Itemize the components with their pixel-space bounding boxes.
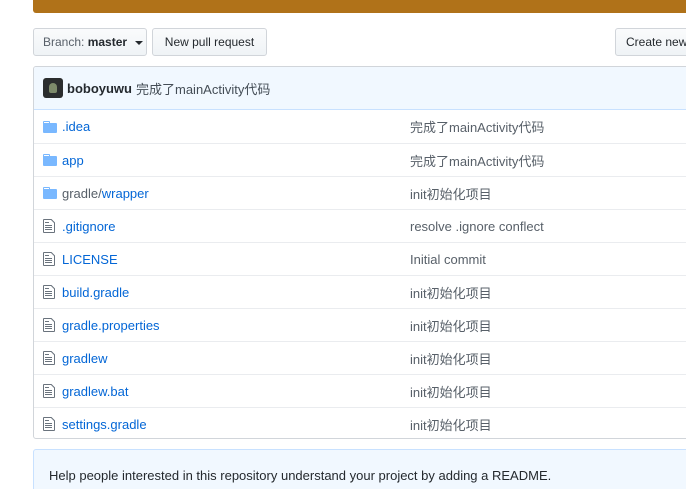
file-icon xyxy=(43,384,55,398)
file-icon xyxy=(43,285,55,299)
folder-icon xyxy=(43,120,57,133)
file-icon-cell xyxy=(34,185,62,201)
new-pull-request-button[interactable]: New pull request xyxy=(152,28,267,56)
file-row: gradlew init初始化项目 xyxy=(34,341,686,374)
file-name-cell: gradle.properties xyxy=(62,318,410,333)
file-commit-message[interactable]: init初始化项目 xyxy=(410,382,492,401)
commit-author[interactable]: boboyuwu xyxy=(67,81,132,96)
file-row: gradle.properties init初始化项目 xyxy=(34,308,686,341)
branch-select-button[interactable]: Branch: master xyxy=(33,28,147,56)
file-name-link[interactable]: build.gradle xyxy=(62,285,129,300)
file-name-cell: app xyxy=(62,153,410,168)
file-rows: .idea 完成了mainActivity代码 app 完成了mainActivity… xyxy=(34,110,686,438)
branch-name: master xyxy=(87,35,128,49)
file-name-link[interactable]: .gitignore xyxy=(62,219,115,234)
file-icon-cell xyxy=(34,152,62,168)
file-row: .gitignore resolve .ignore conflect xyxy=(34,209,686,242)
file-name-link[interactable]: gradlew.bat xyxy=(62,384,129,399)
file-icon-cell xyxy=(34,119,62,135)
file-icon xyxy=(43,318,55,332)
file-name-cell: .gitignore xyxy=(62,219,410,234)
folder-icon xyxy=(43,187,57,199)
readme-prompt: Help people interested in this repositor… xyxy=(33,449,686,489)
file-commit-message[interactable]: Initial commit xyxy=(410,252,486,267)
branch-prefix: Branch: xyxy=(43,35,85,49)
file-name-link[interactable]: gradle.properties xyxy=(62,318,160,333)
file-path-prefix[interactable]: gradle/ xyxy=(62,186,102,201)
file-name-link[interactable]: wrapper xyxy=(102,186,149,201)
file-icon-cell xyxy=(34,218,62,234)
file-row: app 完成了mainActivity代码 xyxy=(34,143,686,176)
file-icon-cell xyxy=(34,350,62,366)
file-row: build.gradle init初始化项目 xyxy=(34,275,686,308)
file-name-cell: LICENSE xyxy=(62,252,410,267)
file-icon-cell xyxy=(34,317,62,333)
latest-commit-bar: boboyuwu 完成了mainActivity代码 xyxy=(34,67,686,110)
file-icon xyxy=(43,351,55,365)
file-icon xyxy=(43,219,55,233)
file-commit-message[interactable]: resolve .ignore conflect xyxy=(410,219,544,234)
repository-page: Branch: master New pull request Create n… xyxy=(0,0,686,489)
create-new-file-button[interactable]: Create new xyxy=(615,28,686,56)
file-commit-message[interactable]: 完成了mainActivity代码 xyxy=(410,151,544,170)
folder-icon xyxy=(43,154,57,166)
file-icon xyxy=(43,252,55,266)
file-name-cell: gradle/wrapper xyxy=(62,186,410,201)
file-name-link[interactable]: gradlew xyxy=(62,351,108,366)
file-commit-message[interactable]: init初始化项目 xyxy=(410,349,492,368)
file-icon-cell xyxy=(34,284,62,300)
file-row: gradlew.bat init初始化项目 xyxy=(34,374,686,407)
file-row: settings.gradle init初始化项目 xyxy=(34,407,686,438)
language-bar-segment xyxy=(33,0,686,13)
language-bar[interactable] xyxy=(33,0,686,13)
file-icon-cell xyxy=(34,416,62,432)
file-commit-message[interactable]: init初始化项目 xyxy=(410,283,492,302)
file-commit-message[interactable]: init初始化项目 xyxy=(410,415,492,434)
commit-message[interactable]: 完成了mainActivity代码 xyxy=(136,79,270,98)
file-row: .idea 完成了mainActivity代码 xyxy=(34,110,686,143)
caret-down-icon xyxy=(135,40,144,45)
file-name-link[interactable]: LICENSE xyxy=(62,252,118,267)
file-icon-cell xyxy=(34,383,62,399)
file-name-cell: .idea xyxy=(62,119,410,134)
file-icon xyxy=(43,417,55,431)
file-name-link[interactable]: .idea xyxy=(62,119,90,134)
file-name-cell: gradlew xyxy=(62,351,410,366)
file-icon-cell xyxy=(34,251,62,267)
file-row: gradle/wrapper init初始化项目 xyxy=(34,176,686,209)
file-name-cell: build.gradle xyxy=(62,285,410,300)
file-commit-message[interactable]: 完成了mainActivity代码 xyxy=(410,117,544,136)
file-commit-message[interactable]: init初始化项目 xyxy=(410,184,492,203)
avatar[interactable] xyxy=(43,78,63,98)
file-name-cell: settings.gradle xyxy=(62,417,410,432)
file-name-link[interactable]: app xyxy=(62,153,84,168)
file-name-link[interactable]: settings.gradle xyxy=(62,417,147,432)
readme-prompt-text: Help people interested in this repositor… xyxy=(49,468,552,483)
file-name-cell: gradlew.bat xyxy=(62,384,410,399)
file-row: LICENSE Initial commit xyxy=(34,242,686,275)
file-commit-message[interactable]: init初始化项目 xyxy=(410,316,492,335)
file-list: boboyuwu 完成了mainActivity代码 .idea 完成了mainA… xyxy=(33,66,686,439)
